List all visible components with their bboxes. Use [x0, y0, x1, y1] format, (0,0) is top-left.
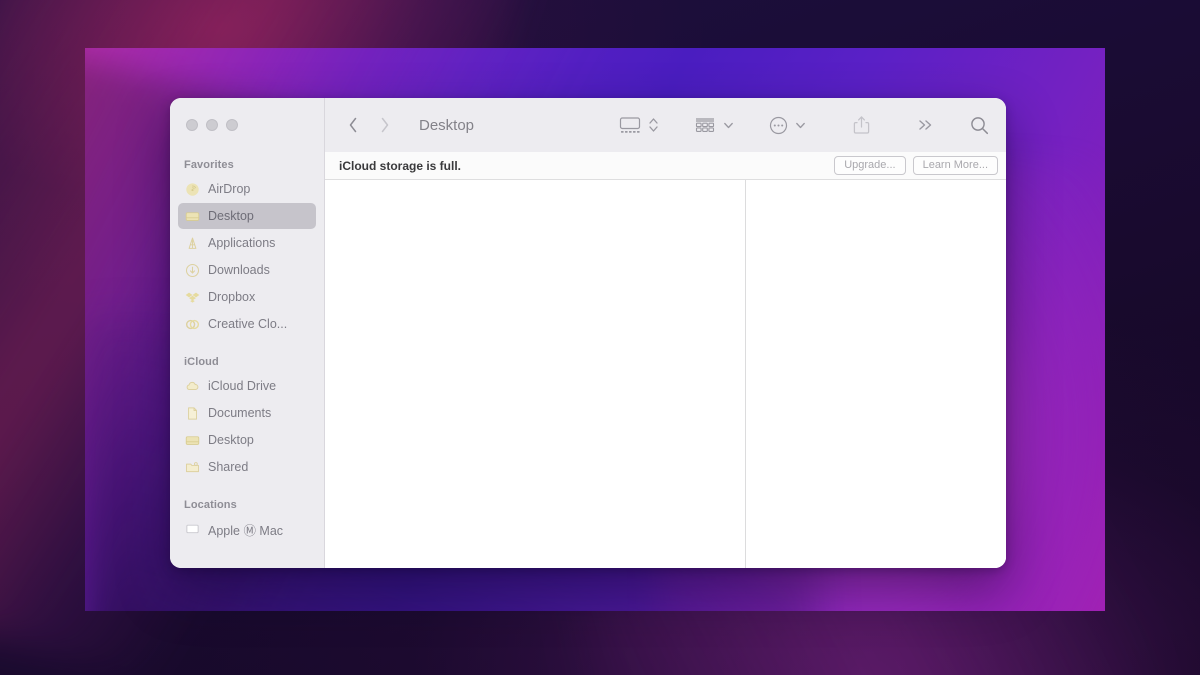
sidebar-item-dropbox[interactable]: Dropbox: [178, 284, 316, 310]
sidebar-item-label: Shared: [208, 460, 249, 474]
sidebar-item-apple-mac[interactable]: Apple Ⓜ Mac: [178, 516, 316, 542]
sidebar-item-label: AirDrop: [208, 182, 251, 196]
airdrop-icon: [184, 181, 200, 197]
chevron-down-icon[interactable]: [795, 115, 806, 135]
sidebar-item-applications[interactable]: Applications: [178, 230, 316, 256]
sidebar-item-label: Desktop: [208, 433, 254, 447]
sidebar-item-label: iCloud Drive: [208, 379, 277, 393]
preview-pane[interactable]: [746, 180, 1006, 568]
sidebar-item-label: Documents: [208, 406, 272, 420]
sidebar-item-icloud-drive[interactable]: iCloud Drive: [178, 373, 316, 399]
sidebar-item-airdrop[interactable]: AirDrop: [178, 176, 316, 202]
main-column: Desktop iCloud storage is full. Upgrade.…: [325, 98, 1006, 568]
sidebar-group-title-icloud: iCloud: [184, 356, 219, 368]
sidebar-group-title-favorites: Favorites: [184, 159, 234, 171]
back-icon[interactable]: [347, 116, 359, 134]
view-mode-control[interactable]: [618, 115, 659, 135]
close-button[interactable]: [186, 119, 198, 131]
sidebar-item-downloads[interactable]: Downloads: [178, 257, 316, 283]
computer-icon: [184, 521, 200, 537]
sidebar-item-desktop[interactable]: Desktop: [178, 203, 316, 229]
creative-cloud-icon: [184, 316, 200, 332]
sidebar-item-creative-cloud[interactable]: Creative Clo...: [178, 311, 316, 337]
cloud-icon: [184, 378, 200, 394]
overflow-chevrons-icon[interactable]: [917, 115, 935, 135]
sidebar-item-label: Dropbox: [208, 290, 256, 304]
icloud-storage-banner: iCloud storage is full. Upgrade... Learn…: [325, 152, 1006, 180]
sidebar-item-documents[interactable]: Documents: [178, 400, 316, 426]
document-icon: [184, 405, 200, 421]
view-stepper-icon[interactable]: [648, 115, 659, 135]
sidebar-item-label: Creative Clo...: [208, 317, 288, 331]
toolbar: Desktop: [325, 98, 1006, 152]
shared-folder-icon: [184, 459, 200, 475]
group-items-control[interactable]: [693, 115, 734, 135]
sidebar-item-shared[interactable]: Shared: [178, 454, 316, 480]
chevron-down-icon[interactable]: [723, 115, 734, 135]
sidebar: Favorites AirDrop Desktop Applications D…: [170, 98, 325, 568]
downloads-icon: [184, 262, 200, 278]
content-area: [325, 180, 1006, 568]
minimize-button[interactable]: [206, 119, 218, 131]
action-menu-control[interactable]: [768, 115, 806, 136]
sidebar-item-label: Applications: [208, 236, 276, 250]
group-items-icon[interactable]: [693, 115, 717, 135]
maximize-button[interactable]: [226, 119, 238, 131]
window-controls: [186, 119, 238, 131]
action-ellipsis-icon[interactable]: [768, 115, 789, 136]
sidebar-item-icloud-desktop[interactable]: Desktop: [178, 427, 316, 453]
sidebar-item-label: Downloads: [208, 263, 270, 277]
file-list-pane[interactable]: [325, 180, 745, 568]
gallery-view-icon[interactable]: [618, 115, 642, 135]
applications-icon: [184, 235, 200, 251]
share-icon[interactable]: [852, 114, 871, 136]
sidebar-item-label: Desktop: [208, 209, 254, 223]
sidebar-group-title-locations: Locations: [184, 499, 237, 511]
page-title: Desktop: [419, 116, 475, 134]
navigation-buttons: [347, 116, 391, 134]
finder-window: Favorites AirDrop Desktop Applications D…: [170, 98, 1006, 568]
dropbox-icon: [184, 289, 200, 305]
banner-message: iCloud storage is full.: [339, 158, 462, 173]
desktop-folder-icon: [184, 432, 200, 448]
upgrade-button[interactable]: Upgrade...: [834, 155, 906, 176]
sidebar-item-label: Apple Ⓜ Mac: [208, 523, 284, 538]
forward-icon[interactable]: [379, 116, 391, 134]
search-icon[interactable]: [969, 115, 990, 136]
desktop-folder-icon: [184, 208, 200, 224]
learn-more-button[interactable]: Learn More...: [912, 155, 998, 176]
